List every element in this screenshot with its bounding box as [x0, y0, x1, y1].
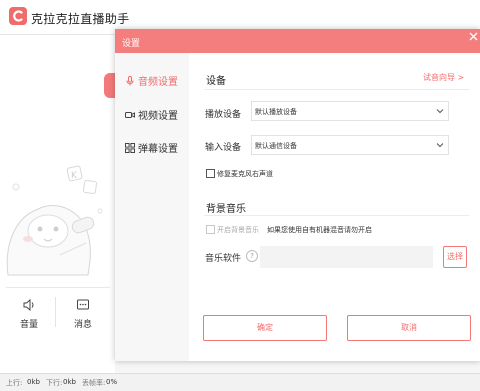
settings-dialog: 设置 音频设置 视频设置 弹幕设置 设备 试音向导 > 播放设备 默认播放设备 … — [115, 29, 480, 361]
nav-item-danmu[interactable]: 弹幕设置 — [125, 140, 178, 156]
audio-test-guide-link[interactable]: 试音向导 > — [423, 72, 464, 83]
music-section-title: 背景音乐 — [206, 204, 246, 215]
speaker-icon — [23, 298, 34, 312]
fix-mic-checkbox[interactable] — [206, 169, 215, 178]
chevron-down-icon — [436, 109, 444, 114]
dialog-header: 设置 — [115, 29, 480, 53]
volume-label: 音量 — [19, 320, 38, 330]
download-label: 下行: — [46, 379, 63, 387]
upload-value: 0kb — [27, 378, 40, 386]
music-hint: 如果您使用自有机器混音请勿开启 — [267, 226, 372, 234]
camera-icon — [125, 112, 135, 118]
playback-device-value: 默认播放设备 — [255, 108, 297, 116]
mascot-illustration: K — [6, 165, 103, 276]
close-icon[interactable] — [467, 30, 480, 43]
fix-mic-label: 修复麦克风右声道 — [217, 170, 273, 178]
cancel-button[interactable]: 取消 — [347, 315, 471, 341]
input-device-label: 输入设备 — [205, 143, 242, 153]
download-value: 0kb — [63, 378, 76, 386]
input-device-select[interactable]: 默认通信设备 — [251, 135, 449, 155]
music-separator — [204, 215, 469, 216]
microphone-icon — [126, 76, 134, 86]
enable-music-label: 开启背景音乐 — [217, 226, 259, 234]
nav-item-audio[interactable]: 音频设置 — [125, 73, 178, 89]
browse-button[interactable]: 选择 — [443, 246, 467, 268]
status-bar: 上行: 0kb 下行: 0kb 丢帧率: 0% — [0, 373, 480, 391]
drop-rate-label: 丢帧率: — [82, 379, 106, 387]
drop-rate-value: 0% — [106, 378, 118, 386]
left-divider — [6, 287, 110, 288]
device-separator — [204, 89, 469, 90]
message-button[interactable]: 消息 — [63, 298, 103, 330]
settings-nav: 音频设置 视频设置 弹幕设置 — [115, 53, 189, 361]
dialog-title: 设置 — [122, 39, 141, 49]
app-title: 克拉克拉直播助手 — [31, 12, 130, 26]
nav-danmu-label: 弹幕设置 — [138, 144, 178, 155]
nav-audio-label: 音频设置 — [138, 77, 178, 88]
ok-button[interactable]: 确定 — [203, 315, 327, 341]
nav-item-video[interactable]: 视频设置 — [125, 107, 178, 123]
device-section-title: 设备 — [206, 76, 226, 87]
enable-music-checkbox[interactable] — [206, 225, 215, 234]
message-icon — [77, 299, 89, 310]
music-software-input[interactable] — [260, 246, 433, 268]
nav-video-label: 视频设置 — [138, 111, 178, 122]
message-label: 消息 — [73, 320, 92, 330]
app-logo-icon — [9, 7, 27, 25]
music-software-label: 音乐软件 — [205, 254, 242, 264]
upload-label: 上行: — [6, 379, 23, 387]
tool-separator — [55, 297, 56, 327]
grid-icon — [125, 143, 135, 153]
playback-device-select[interactable]: 默认播放设备 — [251, 101, 449, 121]
help-icon[interactable]: ? — [246, 250, 258, 262]
playback-device-label: 播放设备 — [205, 110, 242, 120]
volume-button[interactable]: 音量 — [9, 298, 49, 330]
input-device-value: 默认通信设备 — [255, 142, 297, 150]
chevron-down-icon — [436, 143, 444, 148]
